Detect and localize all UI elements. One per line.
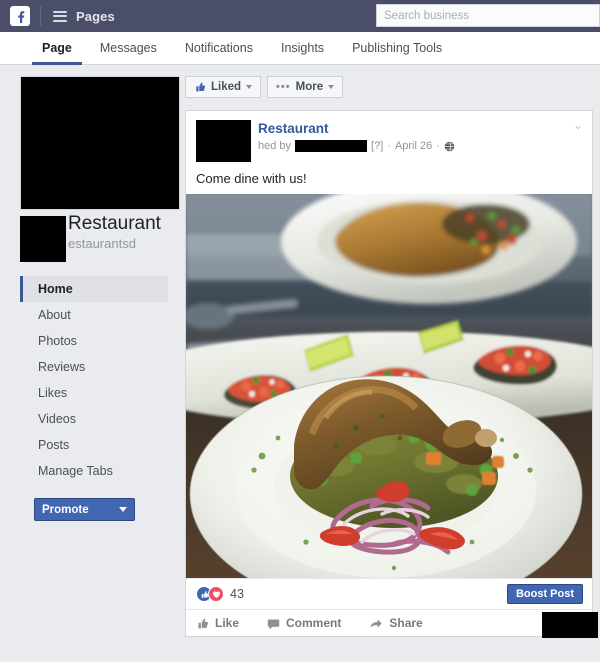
main-content: Restaurant estaurantsd Home About Photos… (0, 65, 600, 662)
tab-insights-label: Insights (280, 41, 325, 55)
page-identity: Restaurant estaurantsd (20, 213, 185, 262)
post-options-chevron-down-icon[interactable]: ⌄ (573, 119, 583, 131)
post-metadata: hed by [?] · April 26 · (258, 140, 455, 152)
chevron-down-icon (119, 507, 127, 512)
post-footer-actions: Like Comment Share (186, 609, 598, 638)
thumbs-up-icon (196, 82, 206, 92)
tab-page-label: Page (42, 41, 72, 55)
page-avatar-redaction (20, 216, 66, 262)
post-help-marker: [?] (371, 140, 384, 152)
globe-icon (444, 140, 455, 152)
more-button[interactable]: ••• More (267, 76, 344, 98)
comment-button[interactable]: Comment (267, 616, 341, 630)
sidebar-item-manage-tabs[interactable]: Manage Tabs (20, 458, 168, 484)
post-photo[interactable] (186, 194, 592, 578)
facebook-logo-icon[interactable] (10, 6, 30, 26)
sidebar-item-reviews[interactable]: Reviews (20, 354, 168, 380)
post-message: Come dine with us! (196, 171, 307, 186)
tab-notifications-label: Notifications (184, 41, 253, 55)
post-meta-separator-1: · (387, 140, 391, 152)
page-title: Restaurant (68, 213, 161, 234)
comment-button-label: Comment (286, 616, 342, 630)
sidebar-nav-list: Home About Photos Reviews Likes Videos P… (20, 276, 168, 484)
page-main-column: Liked ••• More Restaurant hed by [?] · A… (185, 65, 600, 662)
reaction-count: 43 (230, 587, 244, 601)
post-published-prefix: hed by (258, 140, 292, 152)
post-header: Restaurant hed by [?] · April 26 · ⌄ (186, 111, 592, 162)
post-avatar-redaction (196, 120, 251, 162)
share-button-label: Share (389, 616, 423, 630)
sidebar-item-about-label: About (38, 308, 71, 322)
post-author-link[interactable]: Restaurant (258, 121, 455, 137)
header-divider (40, 6, 41, 26)
sidebar-item-likes-label: Likes (38, 386, 68, 400)
post-date[interactable]: April 26 (395, 140, 432, 152)
hamburger-menu-icon[interactable] (53, 10, 67, 22)
share-button[interactable]: Share (369, 616, 423, 630)
search-container (376, 4, 600, 27)
thumbs-up-icon (198, 618, 208, 628)
sidebar-item-manage-tabs-label: Manage Tabs (38, 464, 113, 478)
more-button-label: More (295, 81, 324, 93)
pages-section-label[interactable]: Pages (76, 9, 115, 24)
share-arrow-icon (370, 618, 383, 628)
tab-publishing-tools[interactable]: Publishing Tools (338, 32, 456, 64)
cover-photo-redaction (20, 76, 180, 210)
top-navigation-bar: Pages (0, 0, 600, 32)
tab-insights[interactable]: Insights (267, 32, 338, 64)
tab-notifications[interactable]: Notifications (171, 32, 267, 64)
sidebar-item-likes[interactable]: Likes (20, 380, 168, 406)
promote-button-label: Promote (42, 503, 89, 516)
page-tabs: Page Messages Notifications Insights Pub… (0, 32, 600, 65)
sidebar: Restaurant estaurantsd Home About Photos… (0, 65, 185, 662)
sidebar-item-videos[interactable]: Videos (20, 406, 168, 432)
heart-reaction-icon (208, 586, 224, 602)
sidebar-item-home[interactable]: Home (20, 276, 168, 302)
sidebar-item-posts[interactable]: Posts (20, 432, 168, 458)
sidebar-item-posts-label: Posts (38, 438, 70, 452)
post-reactions-row: 43 Boost Post (186, 578, 592, 609)
sidebar-item-home-label: Home (38, 282, 73, 296)
comment-icon (267, 618, 280, 629)
sidebar-item-reviews-label: Reviews (38, 360, 86, 374)
footer-redaction-block (542, 612, 598, 638)
liked-button-label: Liked (211, 81, 242, 93)
sidebar-item-photos[interactable]: Photos (20, 328, 168, 354)
tab-messages[interactable]: Messages (86, 32, 171, 64)
sidebar-item-about[interactable]: About (20, 302, 168, 328)
chevron-down-icon (328, 85, 335, 89)
tab-page[interactable]: Page (28, 32, 86, 65)
liked-button[interactable]: Liked (185, 76, 262, 98)
like-button-label: Like (215, 616, 240, 630)
sidebar-item-photos-label: Photos (38, 334, 77, 348)
like-button[interactable]: Like (196, 616, 239, 630)
promote-button[interactable]: Promote (34, 498, 135, 521)
boost-post-button[interactable]: Boost Post (506, 584, 583, 604)
page-action-bar: Liked ••• More (185, 76, 600, 98)
chevron-down-icon (246, 85, 253, 89)
ellipsis-icon: ••• (276, 81, 291, 93)
post-card: Restaurant hed by [?] · April 26 · ⌄ Com… (185, 110, 598, 638)
tab-messages-label: Messages (99, 41, 157, 55)
sidebar-item-videos-label: Videos (38, 412, 76, 426)
post-publisher-redaction (295, 140, 368, 152)
search-input[interactable] (376, 4, 600, 27)
tab-publishing-tools-label: Publishing Tools (352, 41, 443, 55)
post-meta-separator-2: · (436, 140, 440, 152)
page-username: estaurantsd (68, 236, 136, 251)
